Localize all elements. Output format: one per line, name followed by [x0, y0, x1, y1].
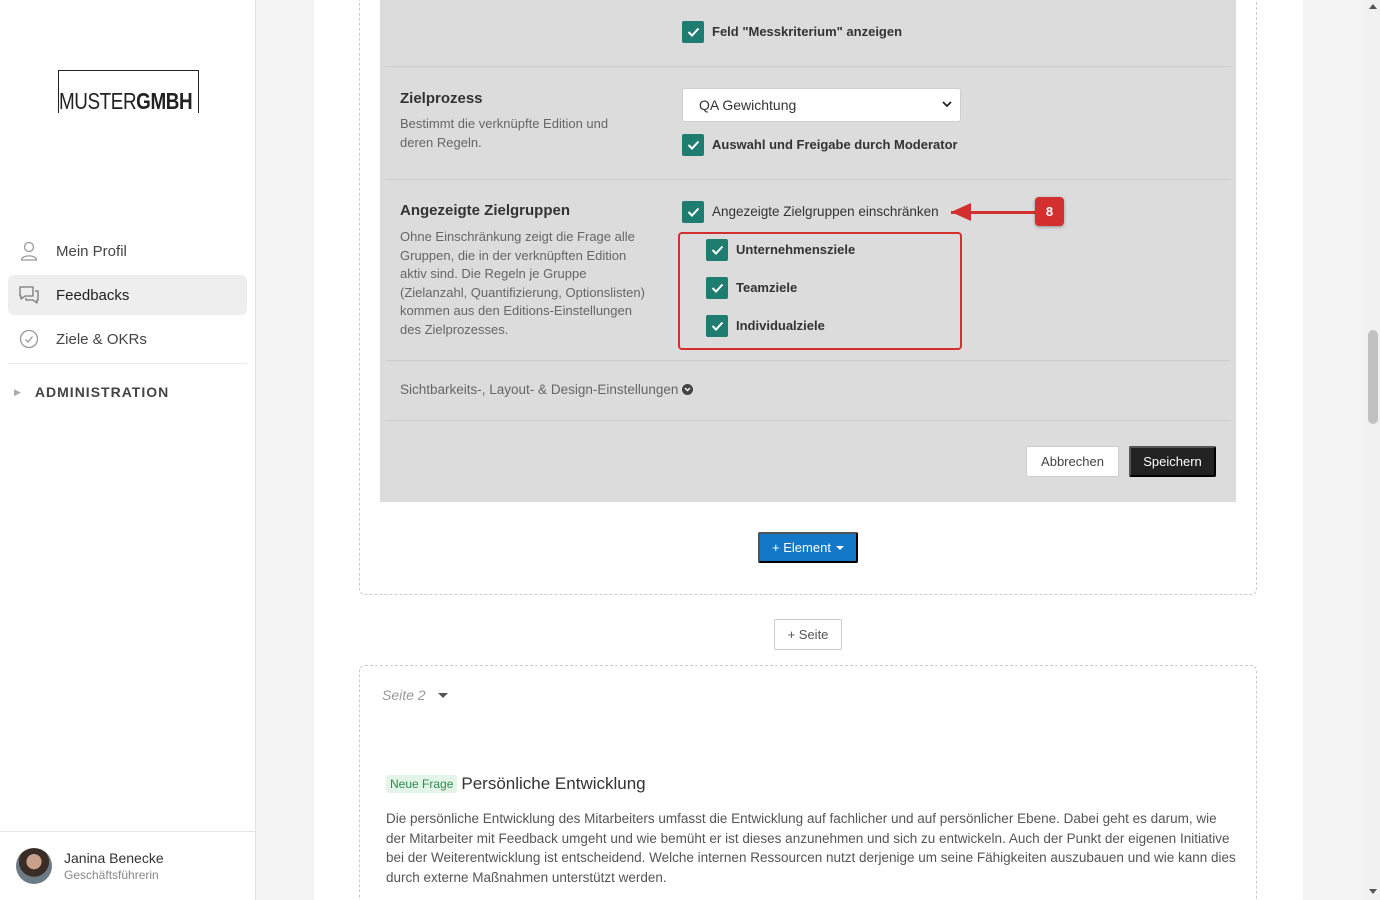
caret-down-icon	[835, 545, 844, 550]
main-content: Feld "Messkriterium" anzeigen Zielprozes…	[314, 0, 1303, 900]
add-element-label: + Element	[772, 540, 831, 555]
sidebar-item-label: Mein Profil	[56, 242, 127, 260]
user-role: Geschäftsführerin	[64, 868, 159, 882]
question-title: Persönliche Entwicklung	[461, 774, 646, 793]
avatar	[16, 848, 52, 884]
sidebar-item-label: Feedbacks	[56, 286, 130, 304]
visibility-section: Sichtbarkeits-, Layout- & Design-Einstel…	[385, 360, 1231, 421]
new-question-badge: Neue Frage	[386, 775, 458, 793]
user-name: Janina Benecke	[64, 850, 164, 866]
sidebar-item-mein-profil[interactable]: Mein Profil	[8, 231, 247, 271]
check-circle-icon	[18, 328, 40, 350]
checkmark-icon	[687, 207, 699, 217]
checkmark-icon	[687, 27, 699, 37]
zielgruppen-desc: Ohne Einschränkung zeigt die Frage alle …	[400, 229, 645, 337]
scroll-down-arrow-icon[interactable]	[1369, 889, 1377, 894]
question-description: Die persönliche Entwicklung des Mitarbei…	[386, 811, 1236, 885]
nav-divider	[8, 363, 247, 364]
zielgruppen-section: Angezeigte Zielgruppen Ohne Einschränkun…	[385, 179, 1231, 361]
expand-triangle-icon: ▶	[14, 386, 22, 397]
question-editor: Feld "Messkriterium" anzeigen Zielprozes…	[380, 0, 1236, 502]
main-nav: Mein Profil Feedbacks Ziele & OKRs	[8, 231, 247, 364]
logo-text-bold: GMBH	[136, 88, 193, 114]
visibility-settings-label: Sichtbarkeits-, Layout- & Design-Einstel…	[400, 382, 679, 397]
chevron-down-icon	[942, 101, 952, 108]
zielprozess-title: Zielprozess	[400, 90, 483, 107]
page-2-header[interactable]: Seite 2	[382, 687, 448, 703]
zielprozess-desc: Bestimmt die verknüpfte Edition und dere…	[400, 116, 609, 150]
annotation-highlight-box	[678, 232, 962, 350]
scroll-up-arrow-icon[interactable]	[1369, 4, 1377, 9]
sidebar-section-administration[interactable]: ▶ ADMINISTRATION	[14, 384, 169, 400]
admin-label: ADMINISTRATION	[34, 384, 170, 400]
checkbox-restrict-zielgruppen[interactable]	[682, 201, 704, 223]
sidebar-item-ziele-okrs[interactable]: Ziele & OKRs	[8, 319, 247, 359]
visibility-settings-toggle[interactable]: Sichtbarkeits-, Layout- & Design-Einstel…	[400, 382, 694, 397]
chevron-circle-down-icon	[682, 384, 694, 395]
zielprozess-section: Zielprozess Bestimmt die verknüpfte Edit…	[385, 66, 1231, 180]
page-1-container: Feld "Messkriterium" anzeigen Zielprozes…	[359, 0, 1257, 595]
chat-icon	[18, 284, 40, 306]
annotation-step-badge: 8	[1035, 197, 1064, 226]
scrollbar-thumb[interactable]	[1368, 330, 1378, 424]
page-scrollbar[interactable]	[1366, 0, 1380, 900]
messkriterium-label: Feld "Messkriterium" anzeigen	[712, 24, 903, 39]
sidebar-item-label: Ziele & OKRs	[56, 330, 147, 348]
annotation-arrow-icon	[951, 203, 971, 221]
save-button[interactable]: Speichern	[1129, 446, 1216, 477]
sidebar-item-feedbacks[interactable]: Feedbacks	[8, 275, 247, 315]
user-profile[interactable]: Janina Benecke Geschäftsführerin	[0, 831, 255, 900]
logo-text-light: MUSTER	[59, 88, 137, 114]
checkbox-messkriterium[interactable]	[682, 21, 704, 43]
zielprozess-select-value: QA Gewichtung	[699, 97, 797, 113]
page-2-label: Seite 2	[382, 687, 426, 703]
company-logo[interactable]: MUSTERGMBH	[58, 70, 199, 113]
checkmark-icon	[687, 140, 699, 150]
checkbox-moderator[interactable]	[682, 134, 704, 156]
add-page-button[interactable]: + Seite	[774, 619, 842, 650]
page-2-container: Seite 2 Neue Frage Persönliche Entwicklu…	[359, 665, 1257, 900]
cancel-button[interactable]: Abbrechen	[1026, 446, 1119, 477]
caret-down-icon	[437, 692, 448, 698]
add-element-button[interactable]: + Element	[758, 532, 858, 563]
user-icon	[18, 240, 40, 262]
question-header[interactable]: Neue Frage Persönliche Entwicklung	[386, 774, 646, 794]
zielprozess-select[interactable]: QA Gewichtung	[682, 88, 961, 122]
moderator-label: Auswahl und Freigabe durch Moderator	[712, 137, 958, 152]
sidebar: MUSTERGMBH Mein Profil Feedbacks Ziele &…	[0, 0, 256, 900]
zielgruppen-title: Angezeigte Zielgruppen	[400, 202, 571, 219]
restrict-zielgruppen-label: Angezeigte Zielgruppen einschränken	[712, 204, 939, 219]
